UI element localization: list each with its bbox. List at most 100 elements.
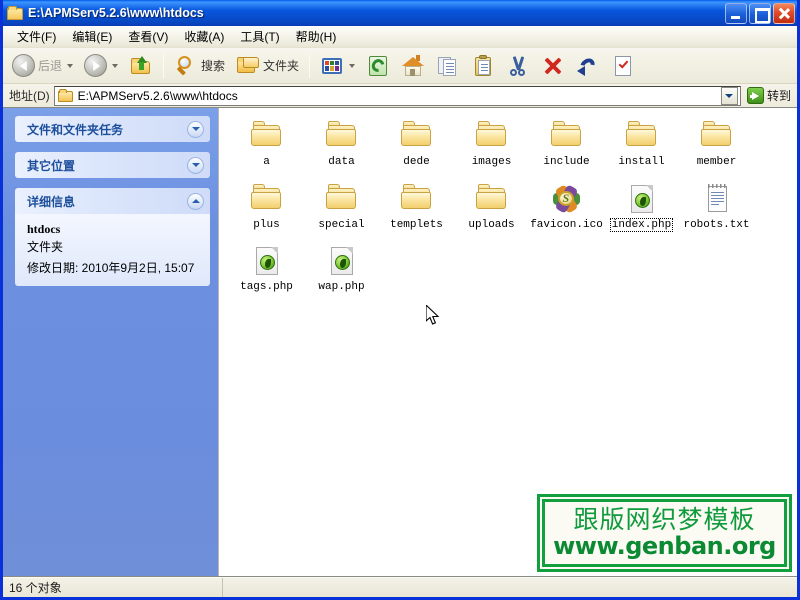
panel-header-other-places[interactable]: 其它位置 xyxy=(15,152,210,178)
item-label: favicon.ico xyxy=(529,219,604,232)
list-item[interactable]: robots.txt xyxy=(679,181,754,236)
list-item[interactable]: plus xyxy=(229,181,304,236)
item-label: wap.php xyxy=(317,281,365,294)
home-button[interactable] xyxy=(396,51,430,81)
list-item[interactable]: install xyxy=(604,118,679,173)
paste-icon xyxy=(471,54,495,78)
copy-button[interactable] xyxy=(431,51,465,81)
properties-button[interactable] xyxy=(606,51,640,81)
title-bar[interactable]: E:\APMServ5.2.6\www\htdocs xyxy=(3,0,797,26)
window-controls xyxy=(725,3,795,24)
refresh-icon xyxy=(366,54,390,78)
details-name: htdocs xyxy=(27,222,200,237)
search-button[interactable]: 搜索 xyxy=(169,51,230,81)
menu-item-tools[interactable]: 工具(T) xyxy=(232,26,287,47)
forward-icon xyxy=(84,54,107,77)
item-label: data xyxy=(327,156,355,169)
panel-header-details[interactable]: 详细信息 xyxy=(15,188,210,214)
window-body: 文件和文件夹任务 其它位置 详细信息 htdocs 文件夹 修改日 xyxy=(3,108,797,577)
item-label: a xyxy=(262,156,271,169)
status-empty-cell xyxy=(223,578,797,597)
item-label: plus xyxy=(252,219,280,232)
menu-item-favorites[interactable]: 收藏(A) xyxy=(176,26,232,47)
chevron-up-icon[interactable] xyxy=(187,193,204,210)
php-file-icon xyxy=(250,245,284,277)
menu-item-help[interactable]: 帮助(H) xyxy=(288,26,345,47)
item-label: robots.txt xyxy=(682,219,750,232)
list-item[interactable]: favicon.ico xyxy=(529,181,604,236)
watermark-line2: www.genban.org xyxy=(553,534,776,559)
panel-title: 其它位置 xyxy=(27,157,187,174)
menu-item-file[interactable]: 文件(F) xyxy=(9,26,64,47)
paste-button[interactable] xyxy=(466,51,500,81)
folder-icon xyxy=(250,120,284,152)
file-list-pane[interactable]: a data dede images include xyxy=(218,108,797,576)
search-label: 搜索 xyxy=(201,57,225,74)
list-item[interactable]: data xyxy=(304,118,379,173)
go-button[interactable]: 转到 xyxy=(745,86,795,106)
address-input[interactable]: E:\APMServ5.2.6\www\htdocs xyxy=(54,86,741,106)
list-item[interactable]: images xyxy=(454,118,529,173)
folder-icon xyxy=(475,120,509,152)
folder-icon xyxy=(475,183,509,215)
list-item[interactable]: index.php xyxy=(604,181,679,236)
details-type: 文件夹 xyxy=(27,238,200,255)
list-item[interactable]: member xyxy=(679,118,754,173)
list-item[interactable]: templets xyxy=(379,181,454,236)
cut-button[interactable] xyxy=(501,51,535,81)
status-bar: 16 个对象 xyxy=(3,577,797,597)
folder-icon xyxy=(700,120,734,152)
go-arrow-icon xyxy=(747,87,764,104)
chevron-down-icon[interactable] xyxy=(187,121,204,138)
item-label: include xyxy=(542,156,590,169)
folders-icon xyxy=(236,54,260,78)
chevron-down-icon[interactable] xyxy=(112,64,118,68)
mouse-cursor xyxy=(426,305,440,326)
views-button[interactable] xyxy=(315,51,360,81)
list-item[interactable]: tags.php xyxy=(229,243,304,298)
refresh-button[interactable] xyxy=(361,51,395,81)
address-dropdown-button[interactable] xyxy=(721,87,738,105)
home-icon xyxy=(401,54,425,78)
forward-button[interactable] xyxy=(79,51,123,81)
chevron-down-icon[interactable] xyxy=(67,64,73,68)
undo-button[interactable] xyxy=(571,51,605,81)
menu-item-view[interactable]: 查看(V) xyxy=(120,26,176,47)
minimize-button[interactable] xyxy=(725,3,747,24)
folder-icon xyxy=(325,120,359,152)
folders-button[interactable]: 文件夹 xyxy=(231,51,304,81)
list-item[interactable]: wap.php xyxy=(304,243,379,298)
panel-title: 文件和文件夹任务 xyxy=(27,121,187,138)
menu-item-edit[interactable]: 编辑(E) xyxy=(64,26,120,47)
watermark-line1: 跟版网织梦模板 xyxy=(573,507,755,533)
panel-header-file-folder-tasks[interactable]: 文件和文件夹任务 xyxy=(15,116,210,142)
item-label: index.php xyxy=(611,219,672,232)
chevron-down-icon[interactable] xyxy=(187,157,204,174)
ico-file-icon xyxy=(550,183,584,215)
address-value: E:\APMServ5.2.6\www\htdocs xyxy=(78,89,717,103)
details-modified: 修改日期: 2010年9月2日, 15:07 xyxy=(27,261,200,276)
list-item[interactable]: include xyxy=(529,118,604,173)
toolbar-separator xyxy=(309,54,310,78)
item-label: dede xyxy=(402,156,430,169)
list-item[interactable]: special xyxy=(304,181,379,236)
back-label: 后退 xyxy=(38,57,62,74)
folder-icon xyxy=(250,183,284,215)
close-button[interactable] xyxy=(773,3,795,24)
cut-icon xyxy=(506,54,530,78)
details-body: htdocs 文件夹 修改日期: 2010年9月2日, 15:07 xyxy=(15,214,210,286)
back-button[interactable]: 后退 xyxy=(7,51,78,81)
list-item[interactable]: uploads xyxy=(454,181,529,236)
undo-icon xyxy=(576,54,600,78)
list-item[interactable]: a xyxy=(229,118,304,173)
up-icon xyxy=(129,54,153,78)
status-object-count: 16 个对象 xyxy=(3,578,223,597)
chevron-down-icon[interactable] xyxy=(349,64,355,68)
up-button[interactable] xyxy=(124,51,158,81)
panel-other-places: 其它位置 xyxy=(15,152,210,178)
list-item[interactable]: dede xyxy=(379,118,454,173)
folder-icon xyxy=(325,183,359,215)
folder-icon xyxy=(7,6,23,20)
delete-button[interactable] xyxy=(536,51,570,81)
maximize-button[interactable] xyxy=(749,3,771,24)
